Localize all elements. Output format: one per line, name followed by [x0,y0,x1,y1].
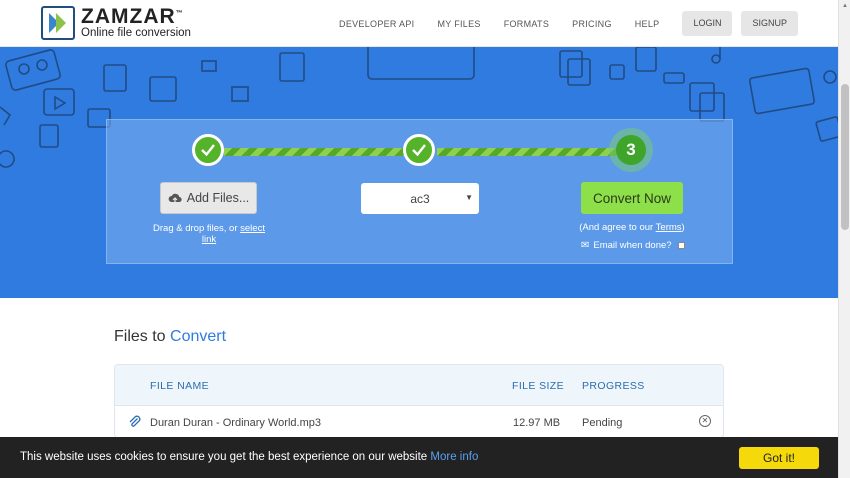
nav-pricing[interactable]: PRICING [572,19,612,29]
brand-tagline: Online file conversion [81,27,191,40]
email-checkbox[interactable] [677,242,685,249]
scroll-up-arrow-icon[interactable]: ▲ [842,3,848,9]
email-when-done: ✉ Email when done? [581,240,685,251]
signup-button[interactable]: SIGNUP [741,11,798,36]
add-files-label: Add Files... [186,191,250,205]
format-select[interactable]: ac3 ▼ [361,183,479,214]
nav-developer-api[interactable]: DEVELOPER API [339,19,414,29]
step-3-current: 3 [609,128,653,172]
chevron-down-icon: ▼ [465,193,473,202]
step-2-complete [403,134,435,166]
envelope-icon: ✉ [581,240,590,251]
format-selected-value: ac3 [410,191,430,206]
file-size: 12.97 MB [513,417,561,429]
logo-arrow-icon [41,6,75,40]
cloud-upload-icon [168,193,182,203]
login-button[interactable]: LOGIN [682,11,733,36]
terms-link[interactable]: Terms [656,222,682,233]
drag-text: Drag & drop files, or [153,223,241,234]
files-table: FILE NAME FILE SIZE PROGRESS Duran Duran… [114,364,724,438]
site-header: ZAMZAR™ Online file conversion DEVELOPER… [0,0,838,47]
agree-prefix: (And agree to our [579,222,656,233]
zamzar-logo[interactable]: ZAMZAR™ Online file conversion [41,6,191,40]
terms-agreement: (And agree to our Terms) [577,222,687,233]
check-icon [412,144,426,157]
step-1-complete [192,134,224,166]
got-it-button[interactable]: Got it! [739,447,819,469]
drag-drop-hint: Drag & drop files, or select link [145,223,273,245]
cookie-text: This website uses cookies to ensure you … [20,451,431,463]
brand-trademark: ™ [175,10,184,18]
files-title-accent: Convert [170,328,227,345]
progress-track-2 [437,148,617,156]
files-table-header: FILE NAME FILE SIZE PROGRESS [115,365,723,406]
page-scrollbar[interactable]: ▲ [838,0,850,478]
more-info-link[interactable]: More info [430,451,478,463]
agree-suffix: ) [681,222,685,233]
files-title-prefix: Files to [114,328,171,345]
converter-hero: 3 Add Files... Drag & drop files, or sel… [0,47,838,298]
nav-formats[interactable]: FORMATS [504,19,549,29]
cookie-banner: This website uses cookies to ensure you … [0,437,838,478]
convert-now-button[interactable]: Convert Now [581,182,683,214]
cookie-message: This website uses cookies to ensure you … [20,451,478,463]
step-3-number: 3 [616,135,646,165]
progress-track-1 [224,148,404,156]
table-row: Duran Duran - Ordinary World.mp3 12.97 M… [115,406,723,437]
column-file-name: FILE NAME [150,380,210,392]
check-icon [201,144,215,157]
column-file-size: FILE SIZE [512,380,565,392]
add-files-button[interactable]: Add Files... [160,182,257,214]
main-nav: DEVELOPER API MY FILES FORMATS PRICING H… [316,11,798,36]
remove-file-icon[interactable]: ✕ [699,415,711,427]
scroll-thumb[interactable] [841,84,849,230]
brand-name: ZAMZAR [81,5,176,29]
file-progress: Pending [582,417,623,429]
email-label: Email when done? [593,240,672,251]
paperclip-icon [129,415,141,427]
column-progress: PROGRESS [582,380,645,392]
nav-help[interactable]: HELP [635,19,660,29]
files-to-convert-title: Files to Convert [114,328,226,346]
file-name: Duran Duran - Ordinary World.mp3 [150,417,321,429]
nav-my-files[interactable]: MY FILES [437,19,480,29]
converter-panel: 3 Add Files... Drag & drop files, or sel… [106,119,733,264]
